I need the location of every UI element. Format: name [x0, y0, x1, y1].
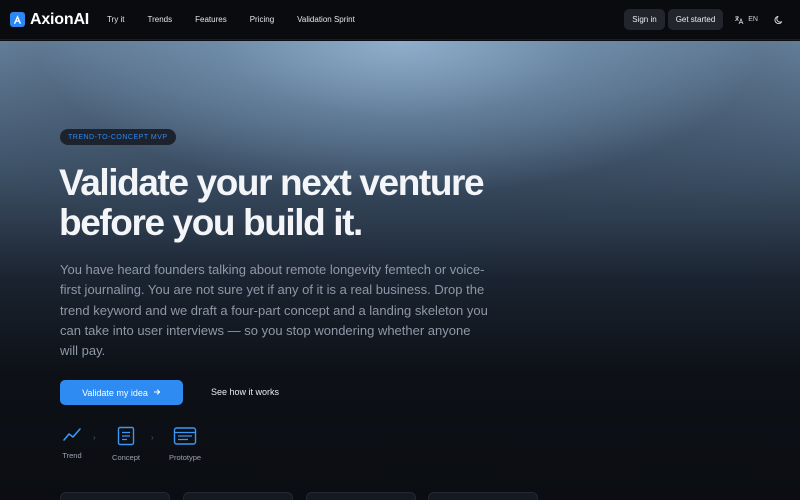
brand[interactable]: AxionAI [10, 11, 89, 29]
arrow-right-icon [153, 388, 161, 398]
theme-toggle-button[interactable] [774, 15, 784, 25]
get-started-button[interactable]: Get started [667, 9, 724, 30]
nav-link-validation-sprint[interactable]: Validation Sprint [297, 15, 355, 24]
feature-card[interactable] [428, 492, 538, 500]
step-label: Prototype [168, 453, 202, 462]
top-navbar: AxionAI Try it Trends Features Pricing V… [0, 0, 800, 40]
brand-logo-icon [10, 12, 25, 27]
chevron-right-icon: › [151, 433, 154, 442]
validate-idea-label: Validate my idea [82, 387, 148, 398]
hero-headline: Validate your next venture before you bu… [59, 163, 539, 243]
process-steps: Trend › Concept › Prototype [60, 426, 220, 466]
step-label: Trend [62, 451, 82, 460]
nav-actions: Sign in Get started EN [624, 9, 784, 30]
headline-line-2: before you build it. [59, 202, 363, 243]
feature-card[interactable] [306, 492, 416, 500]
browser-window-icon [173, 427, 197, 445]
nav-link-pricing[interactable]: Pricing [250, 15, 274, 24]
chevron-right-icon: › [93, 433, 96, 442]
trend-line-icon [63, 428, 81, 441]
step-prototype: Prototype [164, 426, 206, 462]
feature-card[interactable] [60, 492, 170, 500]
brand-name: AxionAI [30, 10, 90, 28]
headline-line-1: Validate your next venture [59, 162, 485, 203]
translate-icon [735, 15, 744, 24]
document-icon [117, 426, 135, 446]
nav-link-features[interactable]: Features [195, 15, 227, 24]
feature-cards-row [60, 492, 620, 500]
hero-section: TREND-TO-CONCEPT MVP Validate your next … [0, 41, 800, 500]
sign-in-button[interactable]: Sign in [624, 9, 665, 30]
step-label: Concept [112, 453, 140, 462]
hero-badge: TREND-TO-CONCEPT MVP [60, 129, 176, 145]
language-code: EN [748, 16, 758, 23]
nav-links: Try it Trends Features Pricing Validatio… [107, 15, 378, 24]
step-trend: Trend [60, 426, 84, 460]
step-concept: Concept [108, 426, 144, 462]
nav-link-trends[interactable]: Trends [148, 15, 173, 24]
validate-idea-button[interactable]: Validate my idea [60, 380, 183, 405]
hero-description: You have heard founders talking about re… [60, 262, 488, 359]
feature-card[interactable] [183, 492, 293, 500]
see-how-it-works-link[interactable]: See how it works [211, 387, 279, 397]
moon-icon [774, 15, 783, 24]
language-switcher[interactable]: EN [734, 15, 758, 25]
nav-link-try-it[interactable]: Try it [107, 15, 124, 24]
